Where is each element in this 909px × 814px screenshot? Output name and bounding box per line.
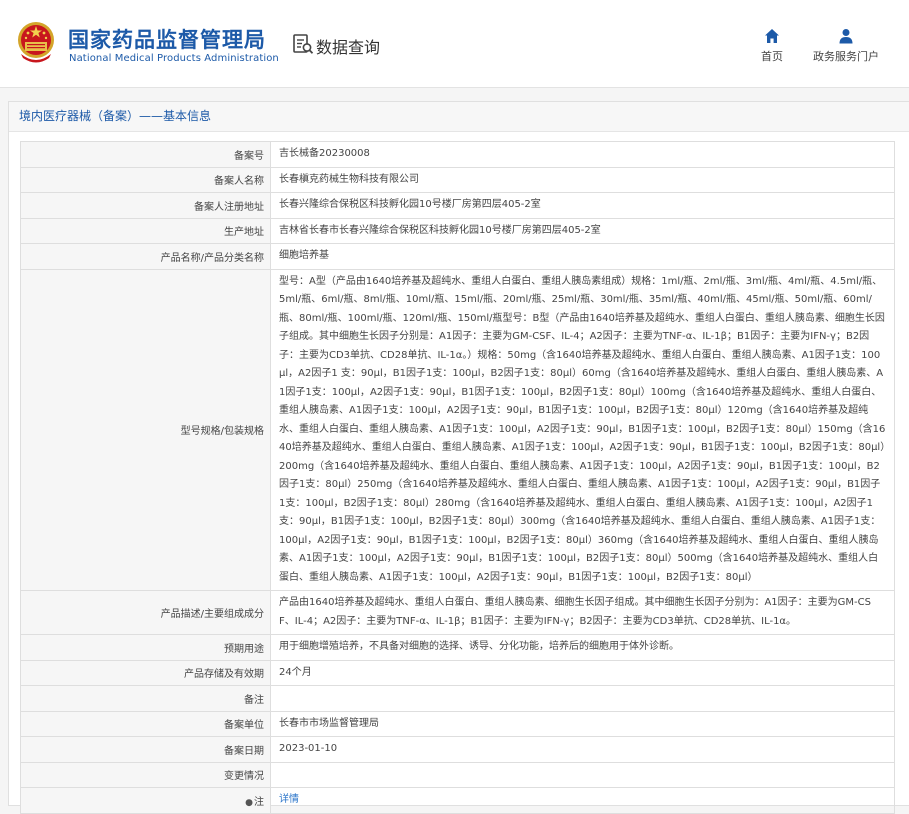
row-value: 用于细胞增殖培养，不具备对细胞的选择、诱导、分化功能，培养后的细胞用于体外诊断。 (270, 634, 895, 661)
row-value: 2023-01-10 (270, 736, 895, 763)
note-row-label: ●注 (20, 787, 271, 814)
record-detail-table: 备案号 吉长械备20230008 备案人名称 长春槇克药械生物科技有限公司 备案… (20, 141, 895, 814)
map-pin-icon: ● (245, 797, 253, 808)
table-row: 产品名称/产品分类名称 细胞培养基 (20, 243, 895, 270)
row-value (270, 761, 895, 788)
row-label: 备案人名称 (20, 166, 271, 193)
row-value: 吉林省长春市长春兴隆综合保税区科技孵化园10号楼厂房第四层405-2室 (270, 217, 895, 244)
row-label: 备案单位 (20, 710, 271, 737)
row-value: 吉长械备20230008 (270, 141, 895, 168)
row-label: 备注 (20, 685, 271, 712)
data-query-title: 数据查询 (316, 38, 381, 57)
row-value: 长春兴隆综合保税区科技孵化园10号楼厂房第四层405-2室 (270, 192, 895, 219)
table-row: 产品存储及有效期 24个月 (20, 659, 895, 686)
nav-service-portal[interactable]: 政务服务门户 (808, 28, 884, 64)
row-label: 备案日期 (20, 736, 271, 763)
row-value: 型号：A型（产品由1640培养基及超纯水、重组人白蛋白、重组人胰岛素组成）规格：… (270, 268, 895, 591)
detail-panel: 境内医疗器械（备案）——基本信息 备案号 吉长械备20230008 备案人名称 … (8, 101, 909, 814)
row-value: 产品由1640培养基及超纯水、重组人白蛋白、重组人胰岛素、细胞生长因子组成。其中… (270, 590, 895, 635)
table-row: 变更情况 (20, 761, 895, 788)
row-label: 产品描述/主要组成成分 (20, 590, 271, 635)
document-search-icon (293, 34, 314, 54)
site-header: 国家药品监督管理局 National Medical Products Admi… (0, 0, 909, 88)
nav-home-label: 首页 (761, 50, 783, 63)
national-emblem-icon (18, 22, 54, 63)
row-label: 备案号 (20, 141, 271, 168)
agency-name-en: National Medical Products Administration (69, 53, 279, 64)
table-row: 型号规格/包装规格 型号：A型（产品由1640培养基及超纯水、重组人白蛋白、重组… (20, 268, 895, 591)
row-label: 产品存储及有效期 (20, 659, 271, 686)
row-label: 产品名称/产品分类名称 (20, 243, 271, 270)
row-label: 生产地址 (20, 217, 271, 244)
row-value: 长春槇克药械生物科技有限公司 (270, 166, 895, 193)
row-label: 备案人注册地址 (20, 192, 271, 219)
note-label: 注 (254, 796, 264, 808)
table-row: 备案号 吉长械备20230008 (20, 141, 895, 168)
table-row: 备注 (20, 685, 895, 712)
table-row: 生产地址 吉林省长春市长春兴隆综合保税区科技孵化园10号楼厂房第四层405-2室 (20, 217, 895, 244)
row-label: 型号规格/包装规格 (20, 268, 271, 591)
table-row: 预期用途 用于细胞增殖培养，不具备对细胞的选择、诱导、分化功能，培养后的细胞用于… (20, 634, 895, 661)
table-row: 备案单位 长春市市场监督管理局 (20, 710, 895, 737)
nav-portal-label: 政务服务门户 (813, 50, 879, 63)
row-value: 长春市市场监督管理局 (270, 710, 895, 737)
row-label: 预期用途 (20, 634, 271, 661)
table-row: 备案人名称 长春槇克药械生物科技有限公司 (20, 166, 895, 193)
home-icon (765, 29, 779, 43)
table-row: 备案日期 2023-01-10 (20, 736, 895, 763)
row-value (270, 685, 895, 712)
row-label: 变更情况 (20, 761, 271, 788)
row-value: 细胞培养基 (270, 243, 895, 270)
agency-name-cn: 国家药品监督管理局 (68, 28, 266, 52)
details-link[interactable]: 详情 (279, 794, 299, 805)
row-value: 详情 (270, 787, 895, 814)
row-value: 24个月 (270, 659, 895, 686)
nav-home[interactable]: 首页 (757, 28, 787, 64)
panel-title: 境内医疗器械（备案）——基本信息 (9, 102, 909, 132)
user-icon (839, 29, 853, 44)
table-row: 备案人注册地址 长春兴隆综合保税区科技孵化园10号楼厂房第四层405-2室 (20, 192, 895, 219)
table-row: ●注 详情 (20, 787, 895, 814)
table-row: 产品描述/主要组成成分 产品由1640培养基及超纯水、重组人白蛋白、重组人胰岛素… (20, 590, 895, 635)
